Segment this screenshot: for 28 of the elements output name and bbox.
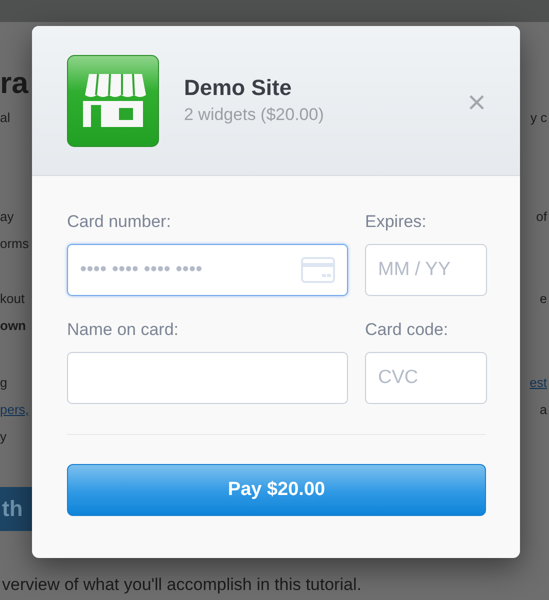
order-summary: 2 widgets ($20.00) <box>184 104 325 124</box>
field-label: Card number: <box>67 211 171 233</box>
input-field[interactable]: MM / YY <box>365 244 487 296</box>
page-text: g <box>0 374 8 392</box>
close-button[interactable]: × <box>467 86 486 116</box>
credit-card-icon <box>301 257 335 283</box>
page-text: kout <box>0 290 25 308</box>
page-text: al <box>0 109 10 127</box>
page-text: ay <box>0 208 14 226</box>
input-field[interactable]: CVC <box>365 352 487 404</box>
pay-button[interactable]: Pay $20.00 <box>67 464 486 516</box>
page-heading: ra <box>0 66 28 102</box>
page-text: e <box>540 290 547 308</box>
page-link[interactable]: pers, <box>0 396 29 423</box>
page-text: of <box>536 208 547 226</box>
input-field[interactable] <box>67 352 348 404</box>
page-text: own <box>0 317 26 335</box>
site-title: Demo Site <box>184 74 293 100</box>
page-text: y c <box>530 109 547 127</box>
page-link[interactable]: est <box>530 369 547 396</box>
page-text: y <box>0 428 6 446</box>
field-label: Card code: <box>365 319 448 341</box>
field-label: Name on card: <box>67 319 178 341</box>
page-text: orms <box>0 235 29 253</box>
input-field[interactable]: •••• •••• •••• •••• <box>67 244 348 296</box>
field-label: Expires: <box>365 211 426 233</box>
page-text: a <box>540 401 547 419</box>
page-text: verview of what you'll accomplish in this tutorial. <box>1 575 362 595</box>
